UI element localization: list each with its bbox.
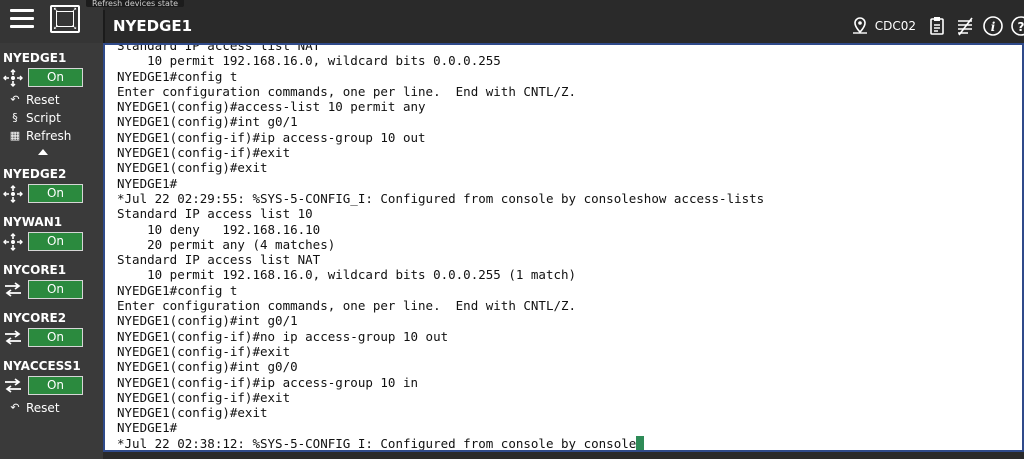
device-name[interactable]: NYCORE1 — [0, 255, 103, 277]
help-icon[interactable]: ? — [1010, 15, 1024, 37]
device-nyedge1: NYEDGE1 On ↶ Reset § Script ▦ Refresh — [0, 43, 103, 159]
script-icon: § — [12, 111, 18, 124]
terminal-line: NYEDGE1(config)#access-list 10 permit an… — [117, 99, 426, 115]
terminal-line: Standard IP access list NAT — [117, 252, 321, 268]
terminal-line: NYEDGE1(config)#exit — [117, 405, 268, 421]
terminal-line: Standard IP access list NAT — [117, 43, 321, 53]
collapse-icon[interactable] — [38, 149, 48, 155]
terminal-line: NYEDGE1#config t — [117, 68, 238, 84]
reset-icon: ↶ — [10, 401, 20, 414]
terminal-line: NYEDGE1(config)#int g0/1 — [117, 313, 298, 329]
terminal-line: NYEDGE1# — [117, 175, 178, 191]
action-label: Reset — [26, 93, 60, 107]
switch-icon — [3, 329, 23, 347]
device-nywan1: NYWAN1 On — [0, 207, 103, 255]
info-icon[interactable]: i — [982, 15, 1004, 37]
terminal-output: Standard IP access list NAT 10 permit 19… — [117, 43, 765, 451]
terminal-line: *Jul 22 02:38:12: %SYS-5-CONFIG_I: Confi… — [117, 435, 637, 451]
refresh-action[interactable]: ▦ Refresh — [0, 127, 103, 145]
reset-action[interactable]: ↶ Reset — [0, 399, 103, 417]
action-label: Reset — [26, 401, 60, 415]
power-on-button[interactable]: On — [28, 232, 83, 251]
reset-icon: ↶ — [10, 93, 20, 106]
terminal-line: Enter configuration commands, one per li… — [117, 83, 577, 99]
terminal-line: Standard IP access list 10 — [117, 206, 313, 222]
terminal-line: NYEDGE1(config)#exit — [117, 160, 268, 176]
clipboard-icon[interactable] — [926, 15, 948, 37]
device-name[interactable]: NYWAN1 — [0, 207, 103, 229]
device-nycore1: NYCORE1 On — [0, 255, 103, 303]
menu-icon[interactable] — [10, 9, 34, 29]
device-name[interactable]: NYACCESS1 — [0, 351, 103, 373]
refresh-icon: ▦ — [9, 129, 21, 142]
power-on-button[interactable]: On — [28, 184, 83, 203]
script-action[interactable]: § Script — [0, 109, 103, 127]
terminal-line: NYEDGE1(config)#int g0/1 — [117, 114, 298, 130]
router-icon — [3, 233, 23, 251]
terminal-cursor — [636, 435, 645, 450]
switch-icon — [3, 377, 23, 395]
site-label[interactable]: CDC02 — [875, 19, 916, 33]
refresh-tooltip: Refresh devices state — [86, 0, 185, 7]
notes-off-icon[interactable] — [954, 15, 976, 37]
terminal-line: 20 permit any (4 matches) — [117, 236, 336, 252]
device-name[interactable]: NYCORE2 — [0, 303, 103, 325]
terminal-line: NYEDGE1(config-if)#ip access-group 10 ou… — [117, 129, 426, 145]
device-sidebar: NYEDGE1 On ↶ Reset § Script ▦ Refresh NYEDGE2 On N… — [0, 43, 103, 459]
terminal-line: NYEDGE1(config-if)#exit — [117, 145, 291, 161]
action-label: Script — [26, 111, 61, 125]
terminal-line: NYEDGE1# — [117, 420, 178, 436]
switch-icon — [3, 281, 23, 299]
terminal-line: NYEDGE1#config t — [117, 282, 238, 298]
device-name[interactable]: NYEDGE2 — [0, 159, 103, 181]
router-icon — [3, 69, 23, 87]
console-terminal[interactable]: Standard IP access list NAT 10 permit 19… — [103, 43, 1024, 452]
svg-text:i: i — [991, 20, 996, 34]
reset-action[interactable]: ↶ Reset — [0, 91, 103, 109]
svg-text:?: ? — [1018, 20, 1024, 34]
device-name[interactable]: NYEDGE1 — [0, 43, 103, 65]
location-icon[interactable] — [849, 15, 871, 37]
power-on-button[interactable]: On — [28, 376, 83, 395]
power-on-button[interactable]: On — [28, 328, 83, 347]
terminal-line: Enter configuration commands, one per li… — [117, 298, 577, 314]
terminal-line: NYEDGE1(config-if)#no ip access-group 10… — [117, 328, 449, 344]
terminal-line: NYEDGE1(config-if)#ip access-group 10 in — [117, 374, 419, 390]
fullscreen-icon[interactable]: ↖ ↗ ↙ ↘ — [50, 5, 80, 33]
power-on-button[interactable]: On — [28, 280, 83, 299]
terminal-line: 10 permit 192.168.16.0, wildcard bits 0.… — [117, 53, 501, 69]
terminal-line: 10 deny 192.168.16.10 — [117, 221, 321, 237]
terminal-line: *Jul 22 02:29:55: %SYS-5-CONFIG_I: Confi… — [117, 190, 765, 206]
console-header: NYEDGE1 CDC02 i ? — [103, 10, 1024, 43]
device-nyaccess1: NYACCESS1 On ↶ Reset — [0, 351, 103, 417]
terminal-line: NYEDGE1(config-if)#exit — [117, 389, 291, 405]
console-title: NYEDGE1 — [113, 17, 193, 35]
terminal-line: NYEDGE1(config-if)#exit — [117, 343, 291, 359]
power-on-button[interactable]: On — [28, 68, 83, 87]
router-icon — [3, 185, 23, 203]
terminal-line: 10 permit 192.168.16.0, wildcard bits 0.… — [117, 267, 577, 283]
action-label: Refresh — [26, 129, 72, 143]
device-nycore2: NYCORE2 On — [0, 303, 103, 351]
device-nyedge2: NYEDGE2 On — [0, 159, 103, 207]
terminal-line: NYEDGE1(config)#int g0/0 — [117, 359, 298, 375]
